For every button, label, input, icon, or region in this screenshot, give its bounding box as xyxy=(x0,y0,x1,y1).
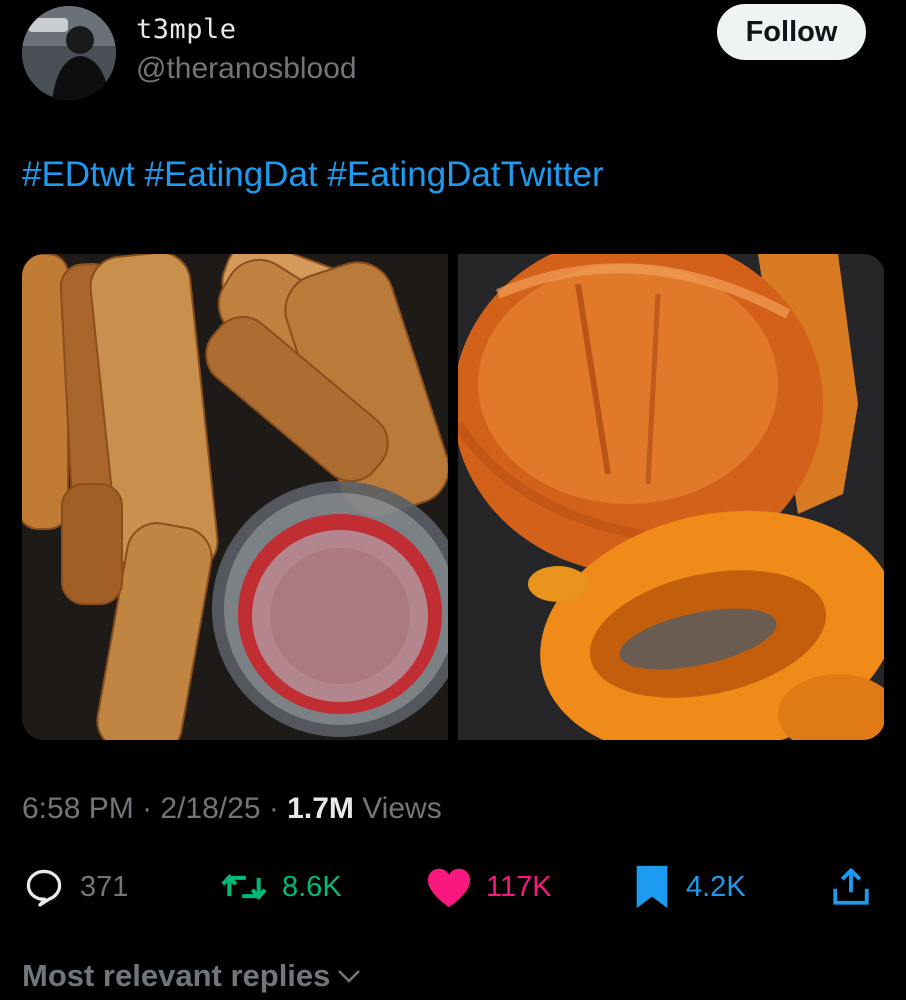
replies-sort-dropdown[interactable]: Most relevant replies xyxy=(22,958,362,994)
tweet-meta: 6:58 PM · 2/18/25 · 1.7M Views xyxy=(22,792,442,826)
media-grid xyxy=(22,254,885,740)
tweet-date[interactable]: 2/18/25 xyxy=(160,792,260,825)
action-bar: 371 8.6K 117K 4.2K xyxy=(22,862,884,912)
chevron-down-icon xyxy=(338,970,361,983)
avatar-image xyxy=(22,6,116,100)
repost-icon xyxy=(221,873,267,901)
like-count: 117K xyxy=(486,870,552,903)
author-handle[interactable]: @theranosblood xyxy=(136,52,357,86)
share-button[interactable] xyxy=(830,862,872,912)
share-icon xyxy=(833,868,869,905)
tweet-text[interactable]: #EDtwt #EatingDat #EatingDatTwitter xyxy=(22,155,604,195)
follow-button[interactable]: Follow xyxy=(717,4,866,60)
bookmark-count: 4.2K xyxy=(686,870,746,903)
repost-button[interactable]: 8.6K xyxy=(220,862,342,912)
media-image-sandwich-onion-rings[interactable] xyxy=(458,254,884,740)
media-image-mozzarella-sticks[interactable] xyxy=(22,254,448,740)
replies-sort-label: Most relevant replies xyxy=(22,958,331,993)
meta-separator: · xyxy=(142,792,161,825)
meta-separator: · xyxy=(268,792,288,825)
like-button[interactable]: 117K xyxy=(426,862,552,912)
avatar[interactable] xyxy=(22,6,116,100)
reply-count: 371 xyxy=(80,870,129,903)
author-display-name[interactable]: t3mple xyxy=(136,14,237,45)
bookmark-icon xyxy=(636,865,668,909)
reply-icon xyxy=(26,869,62,907)
bookmark-button[interactable]: 4.2K xyxy=(632,862,746,912)
heart-icon xyxy=(427,868,471,908)
reply-button[interactable]: 371 xyxy=(22,862,128,912)
views-count: 1.7M xyxy=(287,792,354,825)
repost-count: 8.6K xyxy=(282,870,342,903)
views-label: Views xyxy=(362,792,442,825)
tweet-time[interactable]: 6:58 PM xyxy=(22,792,134,825)
